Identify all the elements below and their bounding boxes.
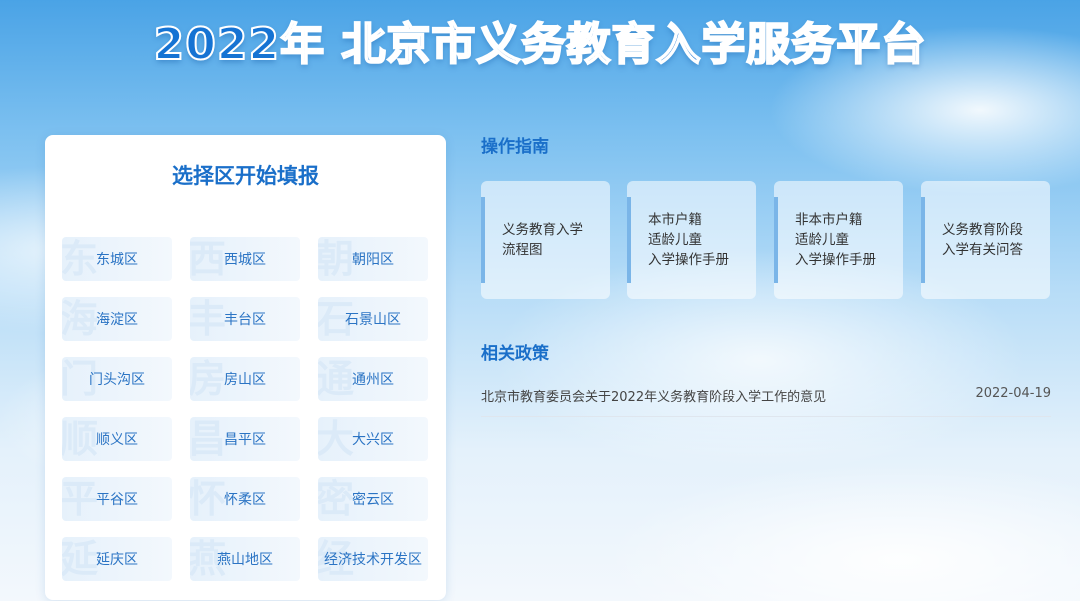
policy-link[interactable]: 北京市教育委员会关于2022年义务教育阶段入学工作的意见 — [481, 386, 826, 405]
guide-card-line: 适龄儿童 — [795, 232, 849, 248]
district-button-dongcheng[interactable]: 东东城区 — [62, 237, 172, 281]
district-label: 怀柔区 — [224, 492, 266, 508]
guide-card-line: 本市户籍 — [648, 212, 702, 228]
district-watermark: 顺 — [62, 417, 99, 461]
site-title: 2022年 北京市义务教育入学服务平台 — [153, 18, 927, 71]
guide-card-text: 义务教育入学 流程图 — [502, 181, 604, 299]
district-label: 通州区 — [352, 372, 394, 388]
district-button-shijingshan[interactable]: 石石景山区 — [318, 297, 428, 341]
district-label: 朝阳区 — [352, 252, 394, 268]
district-button-huairou[interactable]: 怀怀柔区 — [190, 477, 300, 521]
policy-list-item[interactable]: 北京市教育委员会关于2022年义务教育阶段入学工作的意见 2022-04-19 — [481, 380, 1051, 417]
guide-card-faq[interactable]: 义务教育阶段 入学有关问答 — [921, 181, 1050, 299]
card-accent-bar — [627, 197, 631, 283]
district-watermark: 怀 — [190, 477, 227, 521]
district-button-fengtai[interactable]: 丰丰台区 — [190, 297, 300, 341]
guide-card-line: 入学操作手册 — [648, 252, 729, 268]
card-accent-bar — [481, 197, 485, 283]
district-watermark: 海 — [62, 297, 99, 341]
district-button-changping[interactable]: 昌昌平区 — [190, 417, 300, 461]
district-button-tongzhou[interactable]: 通通州区 — [318, 357, 428, 401]
district-label: 大兴区 — [352, 432, 394, 448]
district-button-xicheng[interactable]: 西西城区 — [190, 237, 300, 281]
district-label: 燕山地区 — [217, 552, 273, 568]
district-label: 西城区 — [224, 252, 266, 268]
district-label: 丰台区 — [224, 312, 266, 328]
district-button-yanshan[interactable]: 燕燕山地区 — [190, 537, 300, 581]
card-accent-bar — [921, 197, 925, 283]
district-watermark: 延 — [62, 537, 99, 581]
guide-card-line: 非本市户籍 — [795, 212, 863, 228]
district-button-daxing[interactable]: 大大兴区 — [318, 417, 428, 461]
guide-card-nonlocal-hukou-manual[interactable]: 非本市户籍 适龄儿童 入学操作手册 — [774, 181, 903, 299]
district-label: 密云区 — [352, 492, 394, 508]
district-watermark: 房 — [190, 357, 227, 401]
district-label: 延庆区 — [96, 552, 138, 568]
district-watermark: 大 — [318, 417, 355, 461]
district-button-yanqing[interactable]: 延延庆区 — [62, 537, 172, 581]
district-button-mentougou[interactable]: 门门头沟区 — [62, 357, 172, 401]
district-label: 东城区 — [96, 252, 138, 268]
guide-card-line: 入学有关问答 — [942, 242, 1023, 258]
policy-date: 2022-04-19 — [975, 386, 1051, 401]
district-watermark: 密 — [318, 477, 355, 521]
guide-card-text: 本市户籍 适龄儿童 入学操作手册 — [648, 181, 750, 299]
guide-card-line: 入学操作手册 — [795, 252, 876, 268]
district-watermark: 平 — [62, 477, 99, 521]
district-watermark: 东 — [62, 237, 99, 281]
district-label: 房山区 — [224, 372, 266, 388]
guide-card-local-hukou-manual[interactable]: 本市户籍 适龄儿童 入学操作手册 — [627, 181, 756, 299]
district-watermark: 昌 — [190, 417, 227, 461]
district-button-miyun[interactable]: 密密云区 — [318, 477, 428, 521]
guide-card-line: 适龄儿童 — [648, 232, 702, 248]
district-grid: 东东城区 西西城区 朝朝阳区 海海淀区 丰丰台区 石石景山区 门门头沟区 房房山… — [62, 237, 428, 581]
guide-card-text: 义务教育阶段 入学有关问答 — [942, 181, 1044, 299]
district-label: 经济技术开发区 — [324, 552, 422, 568]
district-watermark: 丰 — [190, 297, 227, 341]
guide-card-enrollment-flowchart[interactable]: 义务教育入学 流程图 — [481, 181, 610, 299]
guide-card-line: 义务教育入学 — [502, 222, 583, 238]
card-accent-bar — [774, 197, 778, 283]
district-label: 海淀区 — [96, 312, 138, 328]
district-button-shunyi[interactable]: 顺顺义区 — [62, 417, 172, 461]
district-label: 昌平区 — [224, 432, 266, 448]
guide-section-title: 操作指南 — [481, 137, 549, 157]
district-label: 石景山区 — [345, 312, 401, 328]
district-panel-title: 选择区开始填报 — [172, 163, 319, 188]
district-label: 门头沟区 — [89, 372, 145, 388]
guide-card-line: 流程图 — [502, 242, 543, 258]
district-button-chaoyang[interactable]: 朝朝阳区 — [318, 237, 428, 281]
policy-section-title: 相关政策 — [481, 344, 549, 364]
guide-card-line: 义务教育阶段 — [942, 222, 1023, 238]
district-button-haidian[interactable]: 海海淀区 — [62, 297, 172, 341]
district-watermark: 朝 — [318, 237, 355, 281]
district-label: 顺义区 — [96, 432, 138, 448]
district-watermark: 通 — [318, 357, 355, 401]
district-button-fangshan[interactable]: 房房山区 — [190, 357, 300, 401]
district-button-etdz[interactable]: 经经济技术开发区 — [318, 537, 428, 581]
district-watermark: 西 — [190, 237, 227, 281]
guide-card-text: 非本市户籍 适龄儿童 入学操作手册 — [795, 181, 897, 299]
district-label: 平谷区 — [96, 492, 138, 508]
district-button-pinggu[interactable]: 平平谷区 — [62, 477, 172, 521]
